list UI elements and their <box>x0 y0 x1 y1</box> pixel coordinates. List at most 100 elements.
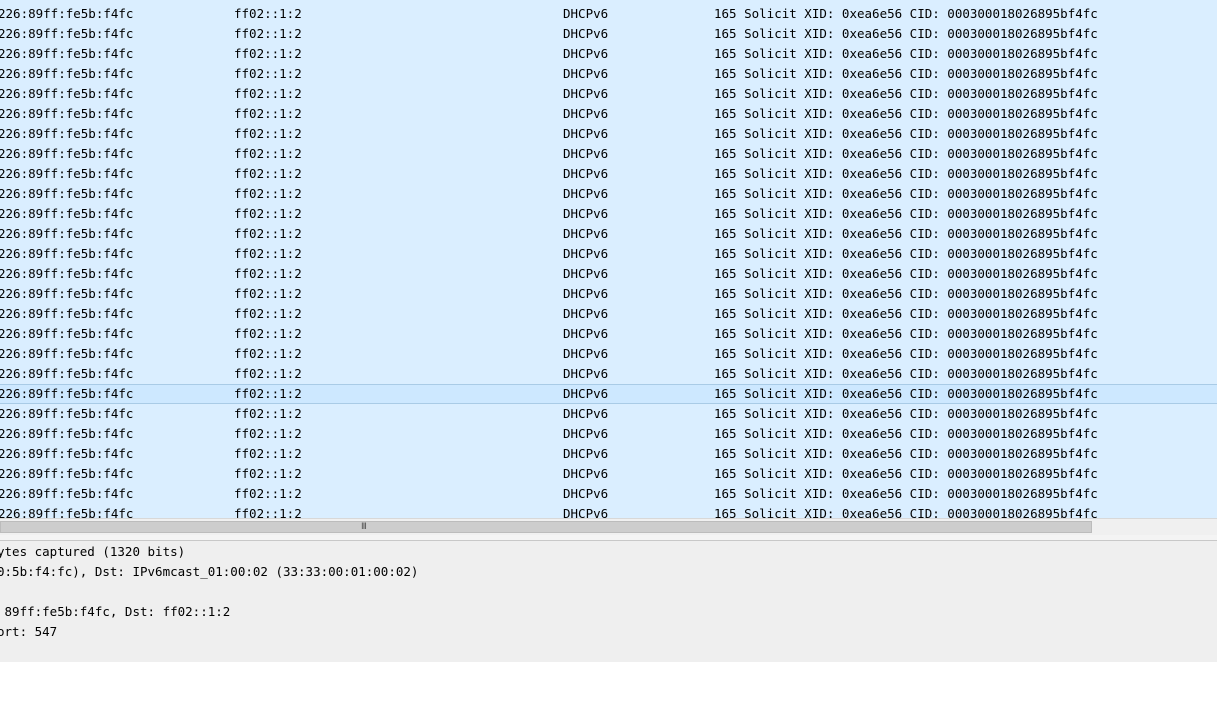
source-cell: 226:89ff:fe5b:f4fc <box>0 86 134 101</box>
source-cell: 226:89ff:fe5b:f4fc <box>0 226 134 241</box>
packet-row-selected[interactable]: 226:89ff:fe5b:f4fc ff02::1:2 DHCPv6 165 Sol… <box>0 384 1217 404</box>
protocol-cell: DHCPv6 <box>563 46 609 61</box>
info-cell: 165 Solicit XID: 0xea6e56 CID: 000300018… <box>714 186 1098 201</box>
source-cell: 226:89ff:fe5b:f4fc <box>0 46 134 61</box>
packet-row[interactable]: 226:89ff:fe5b:f4fc ff02::1:2 DHCPv6 165 Sol… <box>0 244 1217 264</box>
destination-cell: ff02::1:2 <box>234 446 302 461</box>
packet-row[interactable]: 226:89ff:fe5b:f4fc ff02::1:2 DHCPv6 165 Sol… <box>0 364 1217 384</box>
packet-row[interactable]: 226:89ff:fe5b:f4fc ff02::1:2 DHCPv6 165 Sol… <box>0 464 1217 484</box>
destination-cell: ff02::1:2 <box>234 346 302 361</box>
packet-row[interactable]: 226:89ff:fe5b:f4fc ff02::1:2 DHCPv6 165 Sol… <box>0 324 1217 344</box>
packet-row[interactable]: 226:89ff:fe5b:f4fc ff02::1:2 DHCPv6 165 Sol… <box>0 184 1217 204</box>
info-cell: 165 Solicit XID: 0xea6e56 CID: 000300018… <box>714 166 1098 181</box>
protocol-cell: DHCPv6 <box>563 86 609 101</box>
packet-row[interactable]: 226:89ff:fe5b:f4fc ff02::1:2 DHCPv6 165 Sol… <box>0 144 1217 164</box>
info-cell: 165 Solicit XID: 0xea6e56 CID: 000300018… <box>714 306 1098 321</box>
protocol-cell: DHCPv6 <box>563 386 609 401</box>
source-cell: 226:89ff:fe5b:f4fc <box>0 66 134 81</box>
info-cell: 165 Solicit XID: 0xea6e56 CID: 000300018… <box>714 466 1098 481</box>
destination-cell: ff02::1:2 <box>234 46 302 61</box>
packet-row[interactable]: 226:89ff:fe5b:f4fc ff02::1:2 DHCPv6 165 Sol… <box>0 304 1217 324</box>
source-cell: 226:89ff:fe5b:f4fc <box>0 246 134 261</box>
horizontal-scrollbar[interactable]: III <box>0 518 1217 535</box>
info-cell: 165 Solicit XID: 0xea6e56 CID: 000300018… <box>714 346 1098 361</box>
destination-cell: ff02::1:2 <box>234 146 302 161</box>
packet-row[interactable]: 226:89ff:fe5b:f4fc ff02::1:2 DHCPv6 165 Sol… <box>0 444 1217 464</box>
destination-cell: ff02::1:2 <box>234 386 302 401</box>
destination-cell: ff02::1:2 <box>234 426 302 441</box>
info-cell: 165 Solicit XID: 0xea6e56 CID: 000300018… <box>714 146 1098 161</box>
detail-line-ethernet[interactable]: 0:5b:f4:fc), Dst: IPv6mcast_01:00:02 (33… <box>0 562 418 582</box>
info-cell: 165 Solicit XID: 0xea6e56 CID: 000300018… <box>714 366 1098 381</box>
destination-cell: ff02::1:2 <box>234 66 302 81</box>
packet-row[interactable]: 226:89ff:fe5b:f4fc ff02::1:2 DHCPv6 165 Sol… <box>0 64 1217 84</box>
info-cell: 165 Solicit XID: 0xea6e56 CID: 000300018… <box>714 126 1098 141</box>
protocol-cell: DHCPv6 <box>563 426 609 441</box>
protocol-cell: DHCPv6 <box>563 186 609 201</box>
protocol-cell: DHCPv6 <box>563 266 609 281</box>
info-cell: 165 Solicit XID: 0xea6e56 CID: 000300018… <box>714 266 1098 281</box>
info-cell: 165 Solicit XID: 0xea6e56 CID: 000300018… <box>714 46 1098 61</box>
packet-list[interactable]: 226:89ff:fe5b:f4fc ff02::1:2 DHCPv6 165 Sol… <box>0 0 1217 520</box>
info-cell: 165 Solicit XID: 0xea6e56 CID: 000300018… <box>714 66 1098 81</box>
destination-cell: ff02::1:2 <box>234 266 302 281</box>
protocol-cell: DHCPv6 <box>563 406 609 421</box>
source-cell: 226:89ff:fe5b:f4fc <box>0 406 134 421</box>
source-cell: 226:89ff:fe5b:f4fc <box>0 266 134 281</box>
wireshark-window: 226:89ff:fe5b:f4fc ff02::1:2 DHCPv6 165 Sol… <box>0 0 1217 710</box>
protocol-cell: DHCPv6 <box>563 26 609 41</box>
info-cell: 165 Solicit XID: 0xea6e56 CID: 000300018… <box>714 426 1098 441</box>
packet-row[interactable]: 226:89ff:fe5b:f4fc ff02::1:2 DHCPv6 165 Sol… <box>0 104 1217 124</box>
destination-cell: ff02::1:2 <box>234 226 302 241</box>
packet-row[interactable]: 226:89ff:fe5b:f4fc ff02::1:2 DHCPv6 165 Sol… <box>0 164 1217 184</box>
scrollbar-thumb[interactable]: III <box>0 521 1092 533</box>
protocol-cell: DHCPv6 <box>563 346 609 361</box>
protocol-cell: DHCPv6 <box>563 486 609 501</box>
detail-line-udp[interactable]: ort: 547 <box>0 622 57 642</box>
packet-row[interactable]: 226:89ff:fe5b:f4fc ff02::1:2 DHCPv6 165 Sol… <box>0 284 1217 304</box>
source-cell: 226:89ff:fe5b:f4fc <box>0 26 134 41</box>
source-cell: 226:89ff:fe5b:f4fc <box>0 206 134 221</box>
info-cell: 165 Solicit XID: 0xea6e56 CID: 000300018… <box>714 26 1098 41</box>
protocol-cell: DHCPv6 <box>563 446 609 461</box>
packet-row[interactable]: 226:89ff:fe5b:f4fc ff02::1:2 DHCPv6 165 Sol… <box>0 204 1217 224</box>
packet-row[interactable]: 226:89ff:fe5b:f4fc ff02::1:2 DHCPv6 165 Sol… <box>0 24 1217 44</box>
source-cell: 226:89ff:fe5b:f4fc <box>0 186 134 201</box>
destination-cell: ff02::1:2 <box>234 366 302 381</box>
destination-cell: ff02::1:2 <box>234 206 302 221</box>
packet-row[interactable]: 226:89ff:fe5b:f4fc ff02::1:2 DHCPv6 165 Sol… <box>0 424 1217 444</box>
info-cell: 165 Solicit XID: 0xea6e56 CID: 000300018… <box>714 406 1098 421</box>
destination-cell: ff02::1:2 <box>234 286 302 301</box>
source-cell: 226:89ff:fe5b:f4fc <box>0 326 134 341</box>
packet-row[interactable]: 226:89ff:fe5b:f4fc ff02::1:2 DHCPv6 165 Sol… <box>0 124 1217 144</box>
info-cell: 165 Solicit XID: 0xea6e56 CID: 000300018… <box>714 326 1098 341</box>
info-cell: 165 Solicit XID: 0xea6e56 CID: 000300018… <box>714 446 1098 461</box>
packet-row[interactable]: 226:89ff:fe5b:f4fc ff02::1:2 DHCPv6 165 Sol… <box>0 4 1217 24</box>
source-cell: 226:89ff:fe5b:f4fc <box>0 306 134 321</box>
packet-row[interactable]: 226:89ff:fe5b:f4fc ff02::1:2 DHCPv6 165 Sol… <box>0 404 1217 424</box>
detail-line-ipv6[interactable]: 89ff:fe5b:f4fc, Dst: ff02::1:2 <box>0 602 231 622</box>
protocol-cell: DHCPv6 <box>563 246 609 261</box>
protocol-cell: DHCPv6 <box>563 126 609 141</box>
packet-row[interactable]: 226:89ff:fe5b:f4fc ff02::1:2 DHCPv6 165 Sol… <box>0 264 1217 284</box>
packet-details-pane[interactable]: ytes captured (1320 bits) 0:5b:f4:fc), D… <box>0 541 1217 662</box>
source-cell: 226:89ff:fe5b:f4fc <box>0 286 134 301</box>
packet-row[interactable]: 226:89ff:fe5b:f4fc ff02::1:2 DHCPv6 165 Sol… <box>0 224 1217 244</box>
info-cell: 165 Solicit XID: 0xea6e56 CID: 000300018… <box>714 226 1098 241</box>
info-cell: 165 Solicit XID: 0xea6e56 CID: 000300018… <box>714 6 1098 21</box>
protocol-cell: DHCPv6 <box>563 226 609 241</box>
source-cell: 226:89ff:fe5b:f4fc <box>0 6 134 21</box>
source-cell: 226:89ff:fe5b:f4fc <box>0 426 134 441</box>
detail-line-frame[interactable]: ytes captured (1320 bits) <box>0 542 185 562</box>
destination-cell: ff02::1:2 <box>234 466 302 481</box>
packet-row[interactable]: 226:89ff:fe5b:f4fc ff02::1:2 DHCPv6 165 Sol… <box>0 344 1217 364</box>
destination-cell: ff02::1:2 <box>234 166 302 181</box>
destination-cell: ff02::1:2 <box>234 486 302 501</box>
packet-row[interactable]: 226:89ff:fe5b:f4fc ff02::1:2 DHCPv6 165 Sol… <box>0 84 1217 104</box>
packet-row[interactable]: 226:89ff:fe5b:f4fc ff02::1:2 DHCPv6 165 Sol… <box>0 44 1217 64</box>
destination-cell: ff02::1:2 <box>234 106 302 121</box>
destination-cell: ff02::1:2 <box>234 6 302 21</box>
protocol-cell: DHCPv6 <box>563 466 609 481</box>
packet-row[interactable]: 226:89ff:fe5b:f4fc ff02::1:2 DHCPv6 165 Sol… <box>0 484 1217 504</box>
protocol-cell: DHCPv6 <box>563 206 609 221</box>
